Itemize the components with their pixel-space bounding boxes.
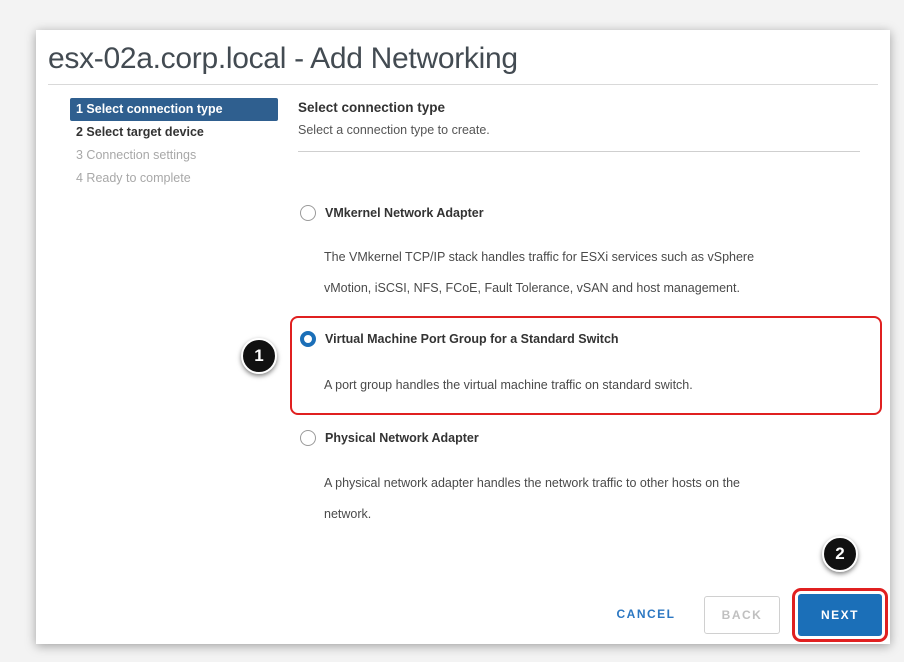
- option-vm-port-group-description: A port group handles the virtual machine…: [324, 370, 693, 401]
- content-header: Select connection type Select a connecti…: [298, 100, 860, 152]
- option-physical-adapter-label: Physical Network Adapter: [325, 431, 479, 445]
- vm-port-group-radio-icon[interactable]: [300, 331, 316, 347]
- step-select-target-device[interactable]: 2 Select target device: [70, 121, 278, 144]
- next-button[interactable]: NEXT: [792, 588, 888, 642]
- option-physical-adapter-description: A physical network adapter handles the n…: [324, 468, 740, 530]
- option-vmkernel[interactable]: VMkernel Network Adapter: [300, 205, 484, 221]
- cancel-button[interactable]: CANCEL: [606, 596, 686, 632]
- back-button[interactable]: BACK: [704, 596, 780, 634]
- wizard-steps: 1 Select connection type 2 Select target…: [70, 98, 278, 190]
- option-vmkernel-label: VMkernel Network Adapter: [325, 206, 484, 220]
- step-badge-1: 1: [241, 338, 277, 374]
- vmkernel-radio-icon[interactable]: [300, 205, 316, 221]
- physical-adapter-radio-icon[interactable]: [300, 430, 316, 446]
- option-vm-port-group[interactable]: Virtual Machine Port Group for a Standar…: [300, 331, 619, 347]
- option-physical-adapter-desc-line: network.: [324, 507, 372, 521]
- content-divider: [298, 151, 860, 152]
- option-physical-adapter[interactable]: Physical Network Adapter: [300, 430, 479, 446]
- step-ready-to-complete: 4 Ready to complete: [76, 171, 191, 185]
- option-physical-adapter-desc-line: A physical network adapter handles the n…: [324, 476, 740, 490]
- step-connection-settings: 3 Connection settings: [76, 148, 197, 162]
- dialog-title: esx-02a.corp.local - Add Networking: [48, 42, 518, 75]
- step-badge-2: 2: [822, 536, 858, 572]
- step-select-connection-type[interactable]: 1 Select connection type: [70, 98, 278, 121]
- add-networking-dialog: esx-02a.corp.local - Add Networking 1 Se…: [36, 30, 890, 644]
- option-vmkernel-desc-line: vMotion, iSCSI, NFS, FCoE, Fault Toleran…: [324, 281, 740, 295]
- content-subtitle: Select a connection type to create.: [298, 123, 490, 137]
- option-vm-port-group-desc-line: A port group handles the virtual machine…: [324, 378, 693, 392]
- option-vm-port-group-label: Virtual Machine Port Group for a Standar…: [325, 332, 619, 346]
- option-vmkernel-desc-line: The VMkernel TCP/IP stack handles traffi…: [324, 250, 755, 264]
- option-vmkernel-description: The VMkernel TCP/IP stack handles traffi…: [324, 242, 754, 304]
- content-title: Select connection type: [298, 100, 446, 115]
- title-divider: [48, 84, 878, 85]
